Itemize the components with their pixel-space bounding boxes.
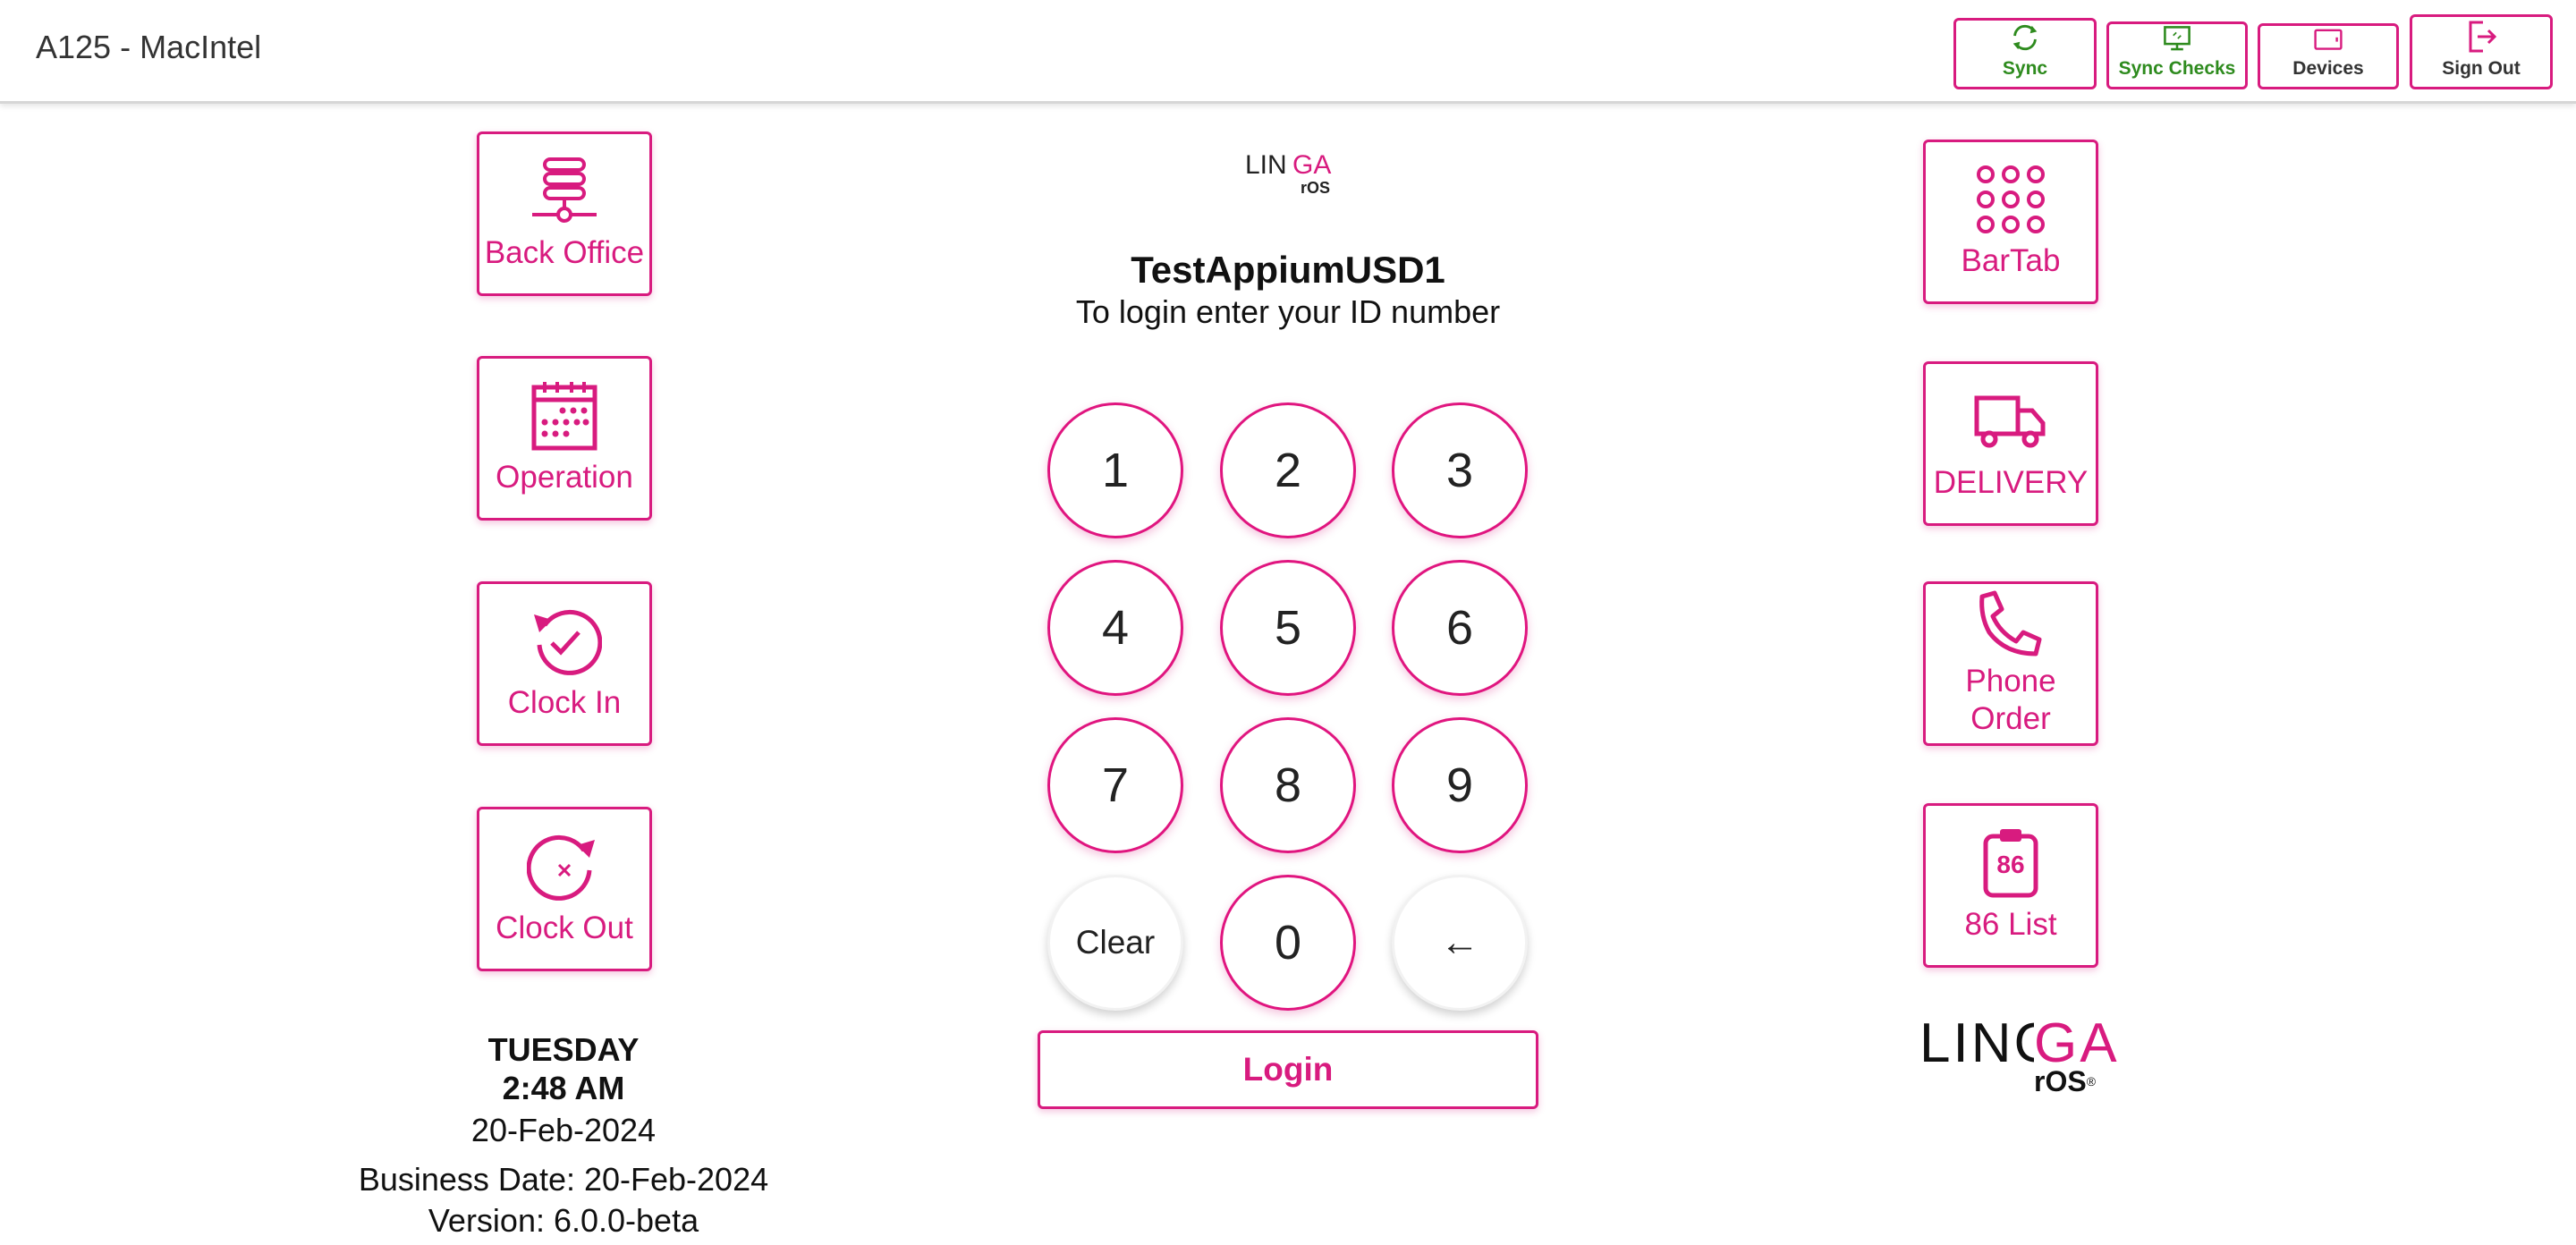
linga-logo-small: LIN GA rOS	[1245, 150, 1331, 197]
day-of-week: TUESDAY	[487, 1031, 640, 1068]
clock-check-icon	[534, 609, 602, 675]
store-name: TestAppiumUSD1	[1131, 249, 1445, 291]
keypad-key-2[interactable]: 2	[1220, 402, 1356, 538]
current-date: 20-Feb-2024	[470, 1112, 657, 1148]
app-version: Version: 6.0.0-beta	[428, 1202, 699, 1239]
sign-out-button[interactable]: Sign Out	[2410, 14, 2553, 89]
truck-icon	[1974, 395, 2046, 448]
server-icon	[532, 157, 597, 223]
bartab-label: BarTab	[1961, 243, 2061, 278]
keypad-key-7[interactable]: 7	[1047, 717, 1183, 853]
86-badge-text: 86	[1996, 851, 2025, 878]
bartab-tile[interactable]: BarTab	[1923, 140, 2098, 304]
grid-dots-icon	[1977, 165, 2045, 233]
86-list-label: 86 List	[1964, 907, 2057, 942]
devices-label: Devices	[2292, 58, 2364, 79]
86-list-tile[interactable]: 86 86 List	[1923, 803, 2098, 968]
devices-button[interactable]: Devices	[2258, 23, 2399, 89]
keypad-key-4[interactable]: 4	[1047, 560, 1183, 696]
keypad-clear-button[interactable]: Clear	[1047, 875, 1183, 1011]
delivery-tile[interactable]: DELIVERY	[1923, 361, 2098, 526]
clock-out-label: Clock Out	[496, 910, 633, 945]
sync-icon	[2012, 24, 2038, 51]
current-time: 2:48 AM	[502, 1070, 625, 1106]
clock-in-tile[interactable]: Clock In	[477, 581, 652, 746]
svg-text:LIN: LIN	[1245, 150, 1287, 180]
sign-out-icon	[2469, 21, 2497, 53]
sync-button[interactable]: Sync	[1953, 18, 2097, 89]
operation-label: Operation	[496, 460, 633, 495]
linga-logo: LINGA GA rOS®	[1919, 1012, 2120, 1097]
keypad-key-5[interactable]: 5	[1220, 560, 1356, 696]
keypad-backspace-button[interactable]: ←	[1392, 875, 1528, 1011]
svg-text:rOS: rOS	[1301, 179, 1330, 197]
sync-checks-label: Sync Checks	[2118, 58, 2236, 79]
logo-brand-sub: rOS	[2034, 1065, 2087, 1097]
keypad-key-3[interactable]: 3	[1392, 402, 1528, 538]
delivery-label: DELIVERY	[1933, 465, 2089, 500]
phone-order-label-line2: Order	[1970, 701, 2051, 736]
clipboard-icon: 86	[1973, 827, 2048, 899]
operation-tile[interactable]: Operation	[477, 356, 652, 521]
sync-checks-button[interactable]: Sync Checks	[2106, 21, 2248, 89]
business-date: Business Date: 20-Feb-2024	[358, 1161, 769, 1198]
back-office-label: Back Office	[484, 235, 645, 270]
monitor-sync-icon	[2164, 26, 2190, 51]
clock-out-tile[interactable]: Clock Out	[477, 807, 652, 971]
keypad-key-8[interactable]: 8	[1220, 717, 1356, 853]
tablet-icon	[2314, 29, 2343, 50]
back-office-tile[interactable]: Back Office	[477, 131, 652, 296]
phone-order-label-line1: Phone	[1965, 664, 2056, 699]
keypad-key-9[interactable]: 9	[1392, 717, 1528, 853]
phone-icon	[1979, 590, 2042, 656]
logo-registered: ®	[2086, 1074, 2097, 1088]
device-name: A125 - MacIntel	[36, 29, 262, 65]
clock-x-icon	[527, 834, 595, 901]
top-bar: A125 - MacIntel Sync Sync Checks Devices	[0, 0, 2576, 104]
keypad-key-6[interactable]: 6	[1392, 560, 1528, 696]
svg-text:GA: GA	[1292, 150, 1331, 180]
login-button[interactable]: Login	[1038, 1030, 1538, 1109]
calendar-icon	[531, 382, 597, 451]
sign-out-label: Sign Out	[2442, 58, 2521, 79]
phone-order-tile[interactable]: Phone Order	[1923, 581, 2098, 746]
keypad-key-0[interactable]: 0	[1220, 875, 1356, 1011]
keypad-key-1[interactable]: 1	[1047, 402, 1183, 538]
phone-order-label: Phone Order	[1965, 663, 2055, 738]
sync-label: Sync	[2002, 58, 2048, 79]
login-instructions: To login enter your ID number	[1075, 293, 1501, 330]
clock-in-label: Clock In	[507, 685, 622, 720]
